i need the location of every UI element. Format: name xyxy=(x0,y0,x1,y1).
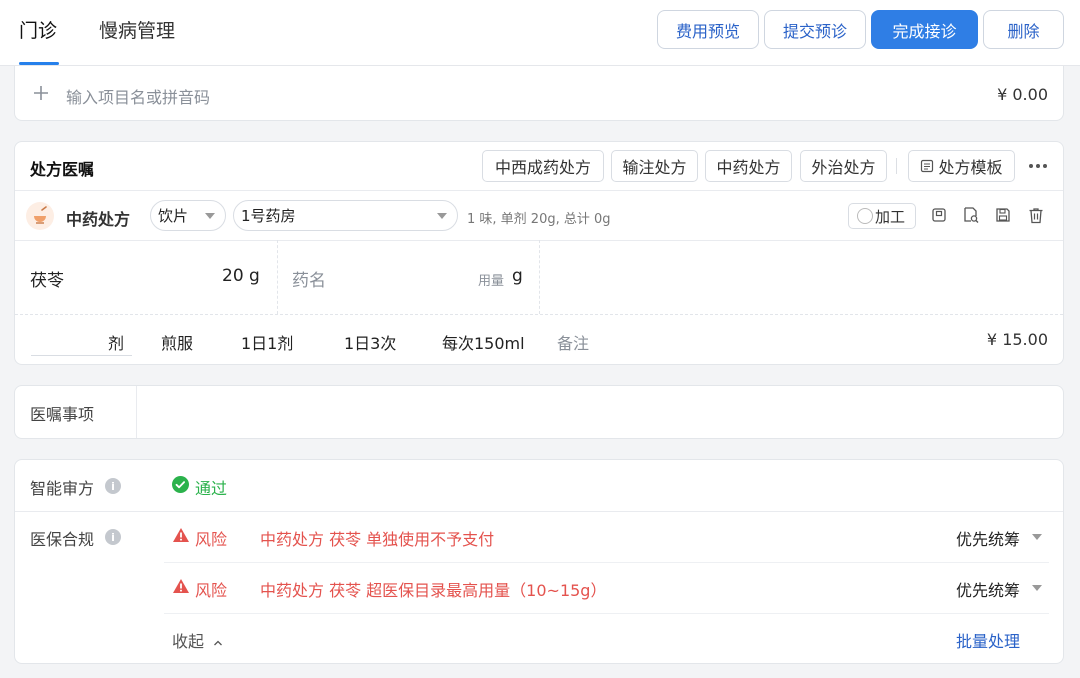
chevron-down-icon[interactable] xyxy=(1032,534,1042,540)
dose-count-unit[interactable]: 剂 xyxy=(108,330,124,354)
smart-review-status: 通过 xyxy=(195,479,228,498)
fee-preview-button[interactable]: 费用预览 xyxy=(657,10,759,49)
submit-prediagnosis-button[interactable]: 提交预诊 xyxy=(764,10,866,49)
active-tab-indicator xyxy=(19,62,59,65)
risk-level: 风险 xyxy=(195,581,228,600)
dosage-form-select[interactable]: 饮片 xyxy=(150,200,226,231)
advice-card: 医嘱事项 xyxy=(14,385,1064,439)
risk-action-select[interactable]: 优先统筹 xyxy=(956,526,1020,550)
info-icon[interactable]: i xyxy=(105,478,121,494)
more-icon[interactable] xyxy=(1026,155,1050,177)
add-item-card: 输入项目名或拼音码 ¥ 0.00 xyxy=(14,66,1064,121)
collapse-label: 收起 xyxy=(172,632,205,651)
dosage-form-value: 饮片 xyxy=(158,207,189,225)
tab-outpatient[interactable]: 门诊 xyxy=(19,17,57,45)
top-bar: 门诊 慢病管理 费用预览 提交预诊 完成接诊 删除 xyxy=(0,0,1080,66)
daily-dose[interactable]: 1日1剂 xyxy=(241,330,293,354)
type-infusion[interactable]: 输注处方 xyxy=(611,150,698,182)
risk-message: 中药处方 茯苓 单独使用不予支付 xyxy=(260,530,495,549)
usage-method[interactable]: 煎服 xyxy=(161,330,193,354)
delete-button[interactable]: 删除 xyxy=(983,10,1064,49)
template-icon xyxy=(921,159,934,173)
tab-chronic-disease[interactable]: 慢病管理 xyxy=(99,17,175,45)
tcm-summary: 1 味, 单剂 20g, 总计 0g xyxy=(467,212,611,227)
search-document-icon[interactable] xyxy=(961,205,981,225)
process-toggle[interactable]: 加工 xyxy=(848,203,916,229)
template-label: 处方模板 xyxy=(938,158,1003,177)
chevron-down-icon[interactable] xyxy=(1032,585,1042,591)
divider xyxy=(539,240,540,314)
review-card: 智能审方 i 通过 医保合规 i 风险 中药处方 茯苓 单独使用不予支付 优先统… xyxy=(14,459,1064,664)
frequency[interactable]: 1日3次 xyxy=(344,330,396,354)
new-herb-input[interactable]: 药名 xyxy=(292,266,326,291)
tcm-mortar-icon xyxy=(26,202,54,230)
collapse-button[interactable]: 收起 xyxy=(172,628,223,652)
plus-icon[interactable] xyxy=(30,82,52,104)
type-external[interactable]: 外治处方 xyxy=(800,150,887,182)
advice-label: 医嘱事项 xyxy=(30,405,95,424)
pharmacy-select[interactable]: 1号药房 xyxy=(233,200,458,231)
warning-icon xyxy=(173,528,189,542)
risk-level: 风险 xyxy=(195,530,228,549)
add-item-total: ¥ 0.00 xyxy=(997,85,1048,104)
process-label: 加工 xyxy=(875,207,906,226)
prescription-price: ¥ 15.00 xyxy=(986,330,1048,349)
divider xyxy=(896,158,897,174)
prescription-title: 处方医嘱 xyxy=(30,160,95,179)
divider xyxy=(164,613,1049,614)
warning-icon xyxy=(173,579,189,593)
template-button[interactable]: 处方模板 xyxy=(908,150,1015,182)
divider xyxy=(15,314,1063,315)
herb-dose[interactable]: 20 g xyxy=(222,266,260,286)
divider xyxy=(15,511,1063,512)
save-icon[interactable] xyxy=(993,205,1013,225)
divider xyxy=(15,190,1063,191)
chevron-down-icon xyxy=(205,213,215,219)
new-herb-unit: g xyxy=(512,266,523,286)
type-tcm[interactable]: 中药处方 xyxy=(705,150,792,182)
type-western-chinese-patent[interactable]: 中西成药处方 xyxy=(482,150,604,182)
tcm-title: 中药处方 xyxy=(66,210,131,229)
smart-review-label: 智能审方 xyxy=(30,479,95,498)
new-herb-dose-label: 用量 xyxy=(478,274,505,289)
herb-name[interactable]: 茯苓 xyxy=(30,266,64,291)
add-item-input[interactable]: 输入项目名或拼音码 xyxy=(66,84,210,108)
divider xyxy=(277,240,278,314)
batch-process-button[interactable]: 批量处理 xyxy=(956,628,1020,652)
check-circle-icon xyxy=(172,476,189,493)
risk-message: 中药处方 茯苓 超医保目录最高用量（10~15g） xyxy=(260,581,607,600)
prescription-card: 处方医嘱 中西成药处方 输注处方 中药处方 外治处方 处方模板 中药处方 饮片 … xyxy=(14,141,1064,365)
finish-visit-button[interactable]: 完成接诊 xyxy=(871,10,978,49)
dose-count-underline xyxy=(31,355,132,356)
print-icon[interactable] xyxy=(929,205,949,225)
risk-action-select[interactable]: 优先统筹 xyxy=(956,577,1020,601)
info-icon[interactable]: i xyxy=(105,529,121,545)
chevron-up-icon xyxy=(214,640,223,645)
chevron-down-icon xyxy=(437,213,447,219)
radio-circle-icon xyxy=(857,208,873,224)
per-dose-amount[interactable]: 每次150ml xyxy=(442,330,525,354)
insurance-label: 医保合规 xyxy=(30,530,95,549)
pharmacy-value: 1号药房 xyxy=(241,207,296,225)
note-input[interactable]: 备注 xyxy=(557,330,589,354)
trash-icon[interactable] xyxy=(1026,205,1046,225)
advice-input[interactable] xyxy=(137,386,1063,438)
divider xyxy=(164,562,1049,563)
